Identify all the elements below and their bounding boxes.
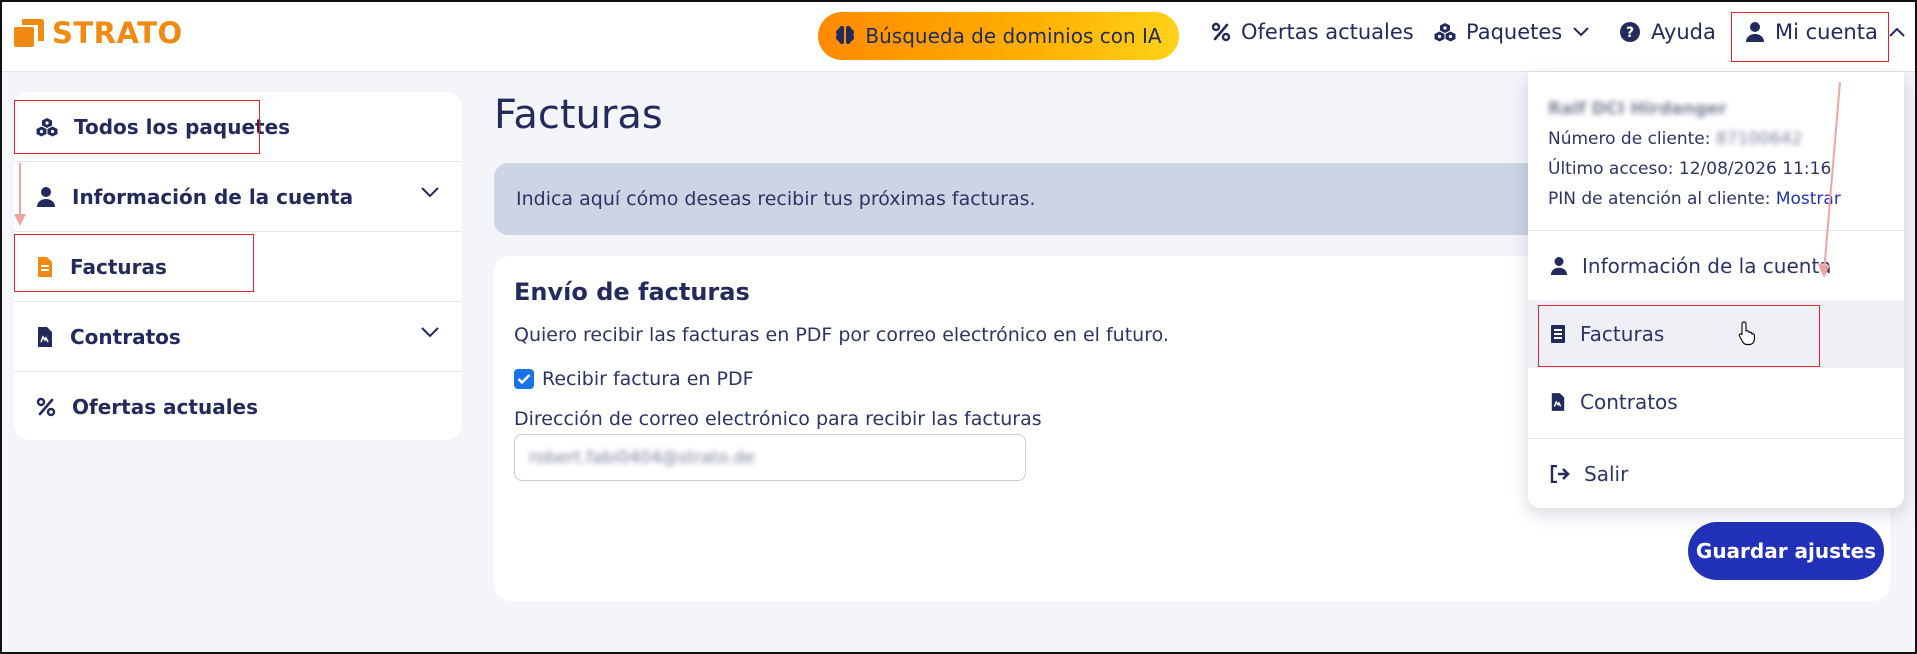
info-banner: Indica aquí cómo deseas recibir tus próx…: [494, 163, 1584, 235]
sidebar-item-contracts[interactable]: Contratos: [14, 302, 462, 372]
nav-help[interactable]: ? Ayuda: [1619, 20, 1716, 44]
sidebar-item-all-packages[interactable]: Todos los paquetes: [14, 92, 462, 162]
user-icon: [36, 186, 56, 208]
nav-my-account[interactable]: Mi cuenta: [1745, 20, 1906, 44]
contract-icon: [1550, 392, 1566, 412]
chevron-down-icon: [420, 186, 440, 198]
last-access-label: Último acceso:: [1548, 159, 1674, 179]
percent-icon: [36, 397, 56, 417]
sidebar-item-current-offers[interactable]: Ofertas actuales: [14, 372, 462, 442]
user-icon: [1550, 256, 1568, 276]
svg-text:?: ?: [1626, 25, 1634, 41]
nav-packages[interactable]: Paquetes: [1434, 20, 1590, 44]
divider: [1528, 230, 1904, 231]
chevron-down-icon: [420, 326, 440, 338]
sidebar-item-label: Contratos: [70, 324, 181, 349]
sidebar-item-label: Ofertas actuales: [72, 395, 259, 419]
logout-icon: [1550, 465, 1570, 483]
info-banner-text: Indica aquí cómo deseas recibir tus próx…: [516, 188, 1036, 210]
card-description: Quiero recibir las facturas en PDF por c…: [514, 324, 1169, 346]
sidebar-item-label: Información de la cuenta: [72, 184, 354, 209]
packages-icon: [36, 117, 58, 137]
sidebar-item-label: Todos los paquetes: [74, 114, 291, 139]
pdf-invoice-checkbox-label: Recibir factura en PDF: [542, 368, 754, 390]
ai-domain-search-label: Búsqueda de dominios con IA: [865, 24, 1162, 48]
account-info: Ralf DCI Hirdanger Número de cliente: 87…: [1548, 94, 1841, 214]
contract-icon: [36, 326, 54, 348]
nav-offers-label: Ofertas actuales: [1241, 20, 1414, 44]
nav-my-account-label: Mi cuenta: [1775, 20, 1878, 44]
nav-offers[interactable]: Ofertas actuales: [1211, 20, 1414, 44]
support-pin-label: PIN de atención al cliente:: [1548, 189, 1771, 209]
invoice-icon: [36, 256, 54, 278]
menu-item-label: Salir: [1584, 462, 1629, 486]
menu-item-invoices[interactable]: Facturas: [1528, 300, 1904, 368]
nav-help-label: Ayuda: [1651, 20, 1716, 44]
menu-item-contracts[interactable]: Contratos: [1528, 368, 1904, 436]
page-title: Facturas: [494, 92, 663, 138]
pdf-invoice-checkbox-row[interactable]: Recibir factura en PDF: [514, 368, 754, 390]
nav-packages-label: Paquetes: [1466, 20, 1563, 44]
email-field[interactable]: robert.fabi0404@strato.de: [514, 434, 1026, 481]
show-pin-link[interactable]: Mostrar: [1776, 189, 1841, 209]
sidebar-item-account-info[interactable]: Información de la cuenta: [14, 162, 462, 232]
menu-item-logout[interactable]: Salir: [1528, 440, 1904, 508]
packages-icon: [1434, 22, 1456, 42]
menu-item-label: Facturas: [1580, 322, 1665, 346]
last-access: 12/08/2026 11:16: [1678, 159, 1832, 179]
account-dropdown-menu: Ralf DCI Hirdanger Número de cliente: 87…: [1528, 72, 1904, 508]
strato-logo-icon: [14, 17, 46, 49]
email-field-label: Dirección de correo electrónico para rec…: [514, 408, 1042, 430]
divider: [1528, 438, 1904, 439]
brain-icon: [835, 25, 855, 47]
pdf-invoice-checkbox[interactable]: [514, 369, 534, 389]
ai-domain-search-button[interactable]: Búsqueda de dominios con IA: [818, 12, 1179, 60]
hand-cursor-icon: [1738, 320, 1756, 346]
percent-icon: [1211, 22, 1231, 42]
sidebar-item-label: Facturas: [70, 254, 167, 279]
menu-item-label: Contratos: [1580, 390, 1678, 414]
top-header: STRATO Búsqueda de dominios con IA Ofert…: [0, 0, 1917, 72]
card-title: Envío de facturas: [514, 278, 750, 306]
sidebar-item-invoices[interactable]: Facturas: [14, 232, 462, 302]
menu-item-account-info[interactable]: Información de la cuenta: [1528, 232, 1904, 300]
invoice-icon: [1550, 324, 1566, 344]
user-icon: [1745, 21, 1765, 43]
customer-number: 87100642: [1715, 129, 1803, 149]
help-icon: ?: [1619, 21, 1641, 43]
chevron-up-icon: [1888, 26, 1906, 38]
strato-logo[interactable]: STRATO: [14, 16, 183, 50]
sidebar: Todos los paquetes Información de la cue…: [14, 92, 462, 440]
save-settings-button[interactable]: Guardar ajustes: [1688, 522, 1884, 580]
chevron-down-icon: [1572, 26, 1590, 38]
customer-number-label: Número de cliente:: [1548, 129, 1711, 149]
email-field-value: robert.fabi0404@strato.de: [529, 447, 755, 468]
menu-item-label: Información de la cuenta: [1582, 254, 1832, 278]
account-holder-name: Ralf DCI Hirdanger: [1548, 99, 1727, 119]
brand-name: STRATO: [52, 16, 183, 50]
